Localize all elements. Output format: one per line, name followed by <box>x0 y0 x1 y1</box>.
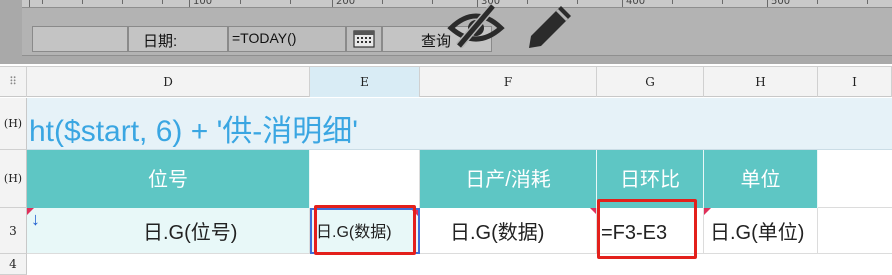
highlight-box-data-cell <box>314 205 416 255</box>
report-title-cell[interactable]: ht($start, 6) + '供-消明细' <box>27 98 892 150</box>
column-header-bar: ⠿ D E F G H I <box>0 66 892 97</box>
ruler-mark-200: 200 <box>336 0 356 7</box>
ruler-mark-100: 100 <box>193 0 213 7</box>
row-4-cells[interactable] <box>27 254 892 275</box>
row-header-title[interactable]: (H) <box>0 98 27 150</box>
column-header-f[interactable]: F <box>420 67 597 97</box>
data-cell-i[interactable] <box>818 208 892 254</box>
calendar-button[interactable] <box>346 26 382 52</box>
column-header-g[interactable]: G <box>597 67 704 97</box>
row-header-3[interactable]: 3 <box>0 208 27 254</box>
data-cell-position[interactable]: ↓ 日.G(位号) <box>27 208 310 254</box>
cell-marker-icon <box>590 208 596 214</box>
data-cell-unit[interactable]: 日.G(单位) <box>704 208 818 254</box>
pencil-icon[interactable] <box>525 2 575 55</box>
data-cell-unit-value: 日.G(单位) <box>710 222 805 244</box>
column-header-d[interactable]: D <box>27 67 310 97</box>
data-cell-daily[interactable]: 日.G(数据) <box>420 208 597 254</box>
panel-spacer-cell <box>32 26 128 52</box>
header-cell-empty[interactable] <box>310 150 420 208</box>
ruler-mark-400: 400 <box>626 0 646 7</box>
date-label: 日期: <box>143 33 178 50</box>
row-header-4[interactable]: 4 <box>0 254 27 275</box>
column-header-i[interactable]: I <box>818 67 892 97</box>
calendar-icon <box>353 30 375 53</box>
data-cell-position-value: 日.G(位号) <box>143 222 238 244</box>
header-cell-position[interactable]: 位号 <box>27 150 310 208</box>
expand-down-arrow-icon: ↓ <box>31 209 40 229</box>
eye-slash-icon[interactable] <box>447 2 505 53</box>
date-input-value: =TODAY() <box>232 30 297 46</box>
row-header-columns[interactable]: (H) <box>0 150 27 208</box>
highlight-box-ratio-cell <box>597 199 697 259</box>
column-header-e[interactable]: E <box>310 67 420 97</box>
date-label-cell: 日期: <box>128 26 228 52</box>
cell-marker-icon <box>27 208 34 215</box>
date-input[interactable]: =TODAY() <box>228 26 346 52</box>
ruler-mark-500: 500 <box>771 0 791 7</box>
header-cell-daily-consumption[interactable]: 日产/消耗 <box>420 150 597 208</box>
report-title-formula: ht($start, 6) + '供-消明细' <box>29 115 359 148</box>
data-cell-daily-value: 日.G(数据) <box>450 222 545 244</box>
header-cell-i[interactable] <box>818 150 892 208</box>
select-all-corner[interactable]: ⠿ <box>0 67 27 97</box>
header-cell-unit[interactable]: 单位 <box>704 150 818 208</box>
parameter-panel: 日期: =TODAY() 查询 <box>22 3 892 56</box>
column-header-h[interactable]: H <box>704 67 818 97</box>
